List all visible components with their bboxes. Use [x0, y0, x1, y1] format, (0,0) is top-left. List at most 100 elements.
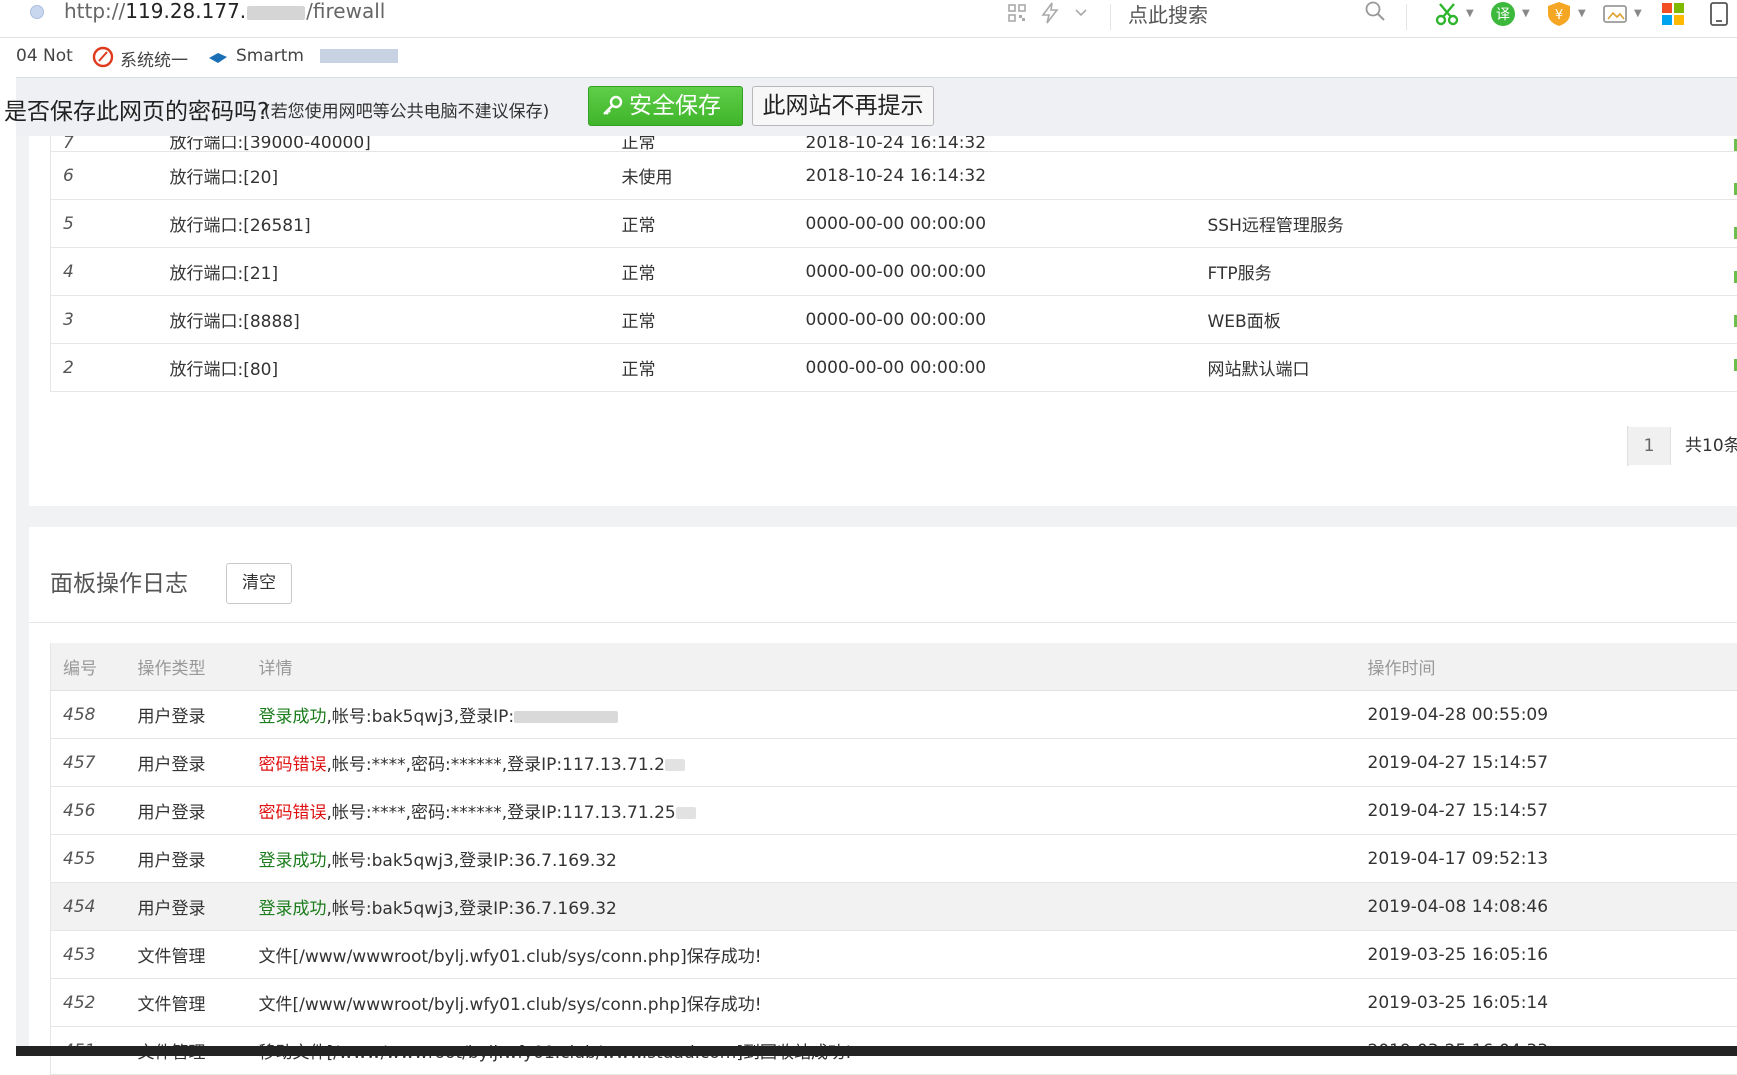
log-time: 2019-03-25 16:05:14 [1368, 979, 1737, 1027]
apps-grid-icon[interactable] [1660, 1, 1686, 27]
table-row[interactable]: 454 用户登录 登录成功,帐号:bak5qwj3,登录IP:36.7.169.… [51, 883, 1737, 931]
section-title: 面板操作日志 [50, 564, 188, 598]
log-type: 用户登录 [138, 787, 259, 835]
rule-time: 0000-00-00 00:00:00 [806, 344, 1208, 392]
log-detail: 登录成功,帐号:bak5qwj3,登录IP:36.7.169.32 [259, 883, 1368, 931]
log-detail-text: 文件[/www/wwwroot/bylj.wfy01.club/sys/conn… [259, 947, 762, 967]
redacted-mask [514, 711, 618, 723]
table-row[interactable]: 6放行端口:[20]未使用2018-10-24 16:14:32 [51, 152, 1737, 200]
bookmark-item[interactable] [320, 46, 398, 66]
never-prompt-button[interactable]: 此网站不再提示 [752, 86, 934, 126]
svg-text:译: 译 [1496, 7, 1510, 23]
site-info-icon[interactable] [30, 5, 44, 19]
key-icon [601, 95, 623, 117]
bookmark-item[interactable]: 04 Not [16, 46, 73, 66]
operation-log-table: 编号 操作类型 详情 操作时间 458 用户登录 登录成功,帐号:bak5qwj… [50, 643, 1737, 1075]
scissors-icon[interactable] [1434, 1, 1460, 27]
rule-time: 2018-10-24 16:14:32 [806, 136, 1208, 152]
svg-text:¥: ¥ [1555, 8, 1563, 23]
chevron-down-icon[interactable]: ▼ [1466, 8, 1474, 19]
table-row[interactable]: 456 用户登录 密码错误,帐号:****,密码:******,登录IP:117… [51, 787, 1737, 835]
search-input[interactable]: 点此搜索 [1128, 0, 1208, 28]
log-status-tag: 登录成功 [259, 707, 327, 727]
tablet-icon[interactable] [1706, 1, 1732, 27]
table-header-row: 编号 操作类型 详情 操作时间 [51, 643, 1737, 691]
rule-ports: 放行端口:[26581] [170, 200, 622, 248]
log-detail: 密码错误,帐号:****,密码:******,登录IP:117.13.71.2 [259, 739, 1368, 787]
rule-number: 7 [51, 136, 170, 152]
rule-remark: FTP服务 [1208, 248, 1737, 296]
log-detail-text: ,帐号:****,密码:******,登录IP:117.13.71.25 [327, 803, 676, 823]
log-type: 用户登录 [138, 883, 259, 931]
rule-number: 3 [51, 296, 170, 344]
rule-remark: 网站默认端口 [1208, 344, 1737, 392]
table-row[interactable]: 3放行端口:[8888]正常0000-00-00 00:00:00WEB面板 [51, 296, 1737, 344]
log-detail: 文件[/www/wwwroot/bylj.wfy01.club/sys/conn… [259, 979, 1368, 1027]
qr-code-icon[interactable] [1008, 4, 1026, 22]
log-number: 452 [51, 979, 138, 1027]
search-icon[interactable] [1364, 0, 1386, 22]
table-row[interactable]: 453 文件管理 文件[/www/wwwroot/bylj.wfy01.club… [51, 931, 1737, 979]
rule-time: 0000-00-00 00:00:00 [806, 248, 1208, 296]
clear-button[interactable]: 清空 [226, 563, 292, 604]
log-status-tag: 登录成功 [259, 851, 327, 871]
coupon-icon[interactable]: ¥ [1546, 1, 1572, 27]
translate-icon[interactable]: 译 [1490, 1, 1516, 27]
redacted-mask [320, 49, 398, 63]
rule-number: 5 [51, 200, 170, 248]
log-detail: 登录成功,帐号:bak5qwj3,登录IP:36.7.169.32 [259, 835, 1368, 883]
url-field[interactable]: http://119.28.177./firewall [64, 0, 385, 23]
log-status-tag: 密码错误 [259, 803, 327, 823]
table-row[interactable]: 455 用户登录 登录成功,帐号:bak5qwj3,登录IP:36.7.169.… [51, 835, 1737, 883]
chevron-down-icon[interactable]: ▼ [1634, 8, 1642, 19]
log-detail: 密码错误,帐号:****,密码:******,登录IP:117.13.71.25 [259, 787, 1368, 835]
safe-save-button[interactable]: 安全保存 [588, 86, 743, 126]
table-row[interactable]: 457 用户登录 密码错误,帐号:****,密码:******,登录IP:117… [51, 739, 1737, 787]
rule-ports: 放行端口:[21] [170, 248, 622, 296]
log-detail: 登录成功,帐号:bak5qwj3,登录IP: [259, 691, 1368, 739]
column-header-type: 操作类型 [138, 643, 259, 691]
divider [29, 622, 1737, 623]
pagination: 1 共10条数 [1627, 426, 1629, 466]
log-time: 2019-04-27 15:14:57 [1368, 739, 1737, 787]
page-gutter [0, 135, 16, 1056]
log-type: 文件管理 [138, 979, 259, 1027]
chevron-down-icon[interactable]: ▼ [1522, 8, 1530, 19]
table-row[interactable]: 452 文件管理 文件[/www/wwwroot/bylj.wfy01.club… [51, 979, 1737, 1027]
log-detail-text: ,帐号:bak5qwj3,登录IP:36.7.169.32 [327, 851, 617, 871]
log-number: 456 [51, 787, 138, 835]
table-row[interactable]: 458 用户登录 登录成功,帐号:bak5qwj3,登录IP: 2019-04-… [51, 691, 1737, 739]
divider [1110, 4, 1111, 30]
log-time: 2019-04-17 09:52:13 [1368, 835, 1737, 883]
url-host: 119.28.177. [125, 0, 246, 23]
table-row[interactable]: 7 放行端口:[39000-40000] 正常 2018-10-24 16:14… [51, 136, 1737, 152]
url-prefix: http:// [64, 0, 125, 23]
window-bottom-edge [16, 1046, 1737, 1056]
page-total: 共10条数 [1671, 427, 1737, 465]
table-row[interactable]: 5放行端口:[26581]正常0000-00-00 00:00:00SSH远程管… [51, 200, 1737, 248]
log-detail: 文件[/www/wwwroot/bylj.wfy01.club/sys/conn… [259, 931, 1368, 979]
table-row[interactable]: 4放行端口:[21]正常0000-00-00 00:00:00FTP服务 [51, 248, 1737, 296]
log-type: 用户登录 [138, 739, 259, 787]
bookmark-logo-icon [92, 46, 114, 68]
bookmark-item[interactable]: Smartm [236, 46, 304, 66]
chevron-down-icon[interactable] [1074, 8, 1088, 18]
rule-ports: 放行端口:[39000-40000] [170, 136, 622, 152]
game-icon[interactable] [1602, 1, 1628, 27]
table-row[interactable]: 2放行端口:[80]正常0000-00-00 00:00:00网站默认端口 [51, 344, 1737, 392]
log-time: 2019-04-28 00:55:09 [1368, 691, 1737, 739]
bookmarks-bar: 04 Not 系统统一 Smartm [0, 38, 1737, 76]
page-number-button[interactable]: 1 [1628, 427, 1671, 465]
rule-ports: 放行端口:[8888] [170, 296, 622, 344]
redacted-mask [247, 6, 305, 20]
bookmark-item[interactable]: 系统统一 [120, 46, 188, 71]
rule-status: 正常 [622, 200, 806, 248]
lightning-icon[interactable] [1040, 2, 1060, 24]
log-time: 2019-04-27 15:14:57 [1368, 787, 1737, 835]
column-header-time: 操作时间 [1368, 643, 1737, 691]
rule-number: 4 [51, 248, 170, 296]
chevron-down-icon[interactable]: ▼ [1578, 8, 1586, 19]
save-password-question: 是否保存此网页的密码吗? [4, 92, 269, 126]
log-detail-text: ,帐号:****,密码:******,登录IP:117.13.71.2 [327, 755, 665, 775]
save-password-hint: (若您使用网吧等公共电脑不建议保存) [264, 97, 549, 122]
